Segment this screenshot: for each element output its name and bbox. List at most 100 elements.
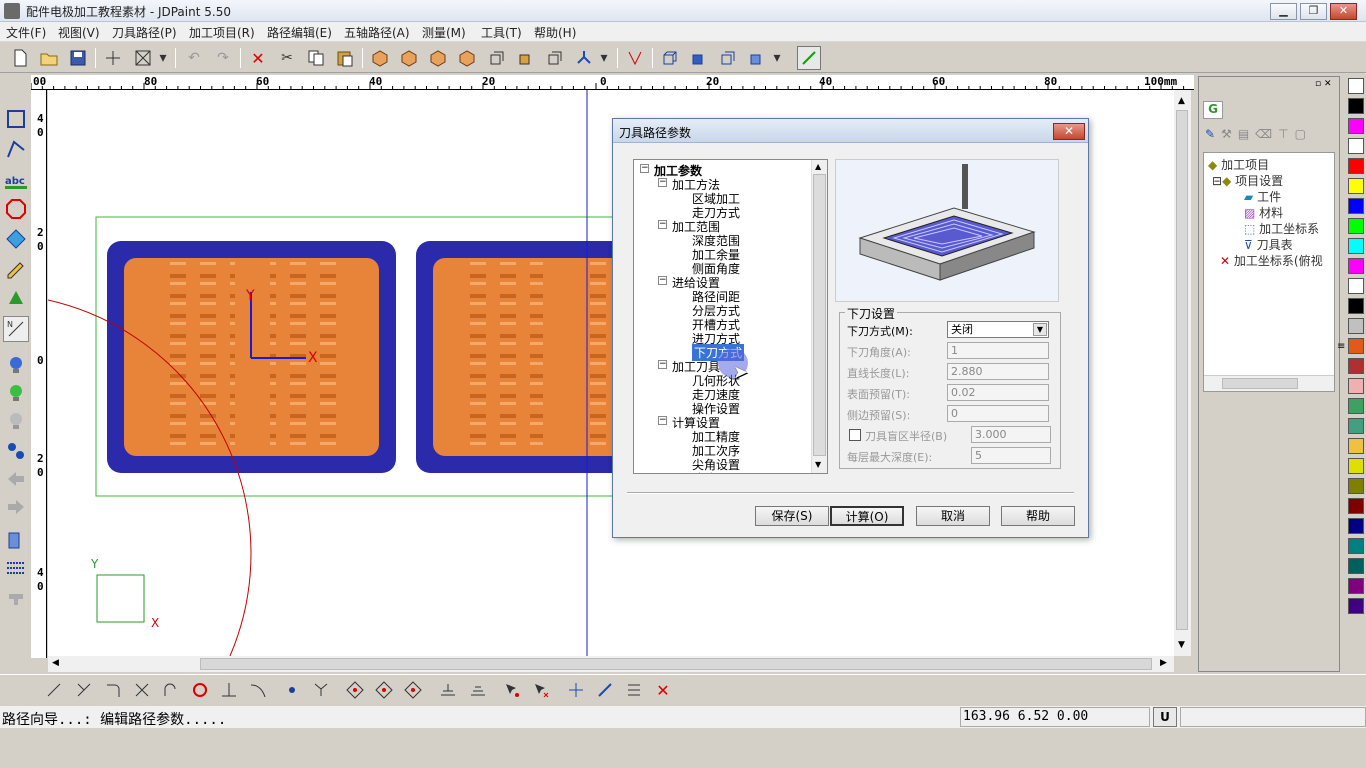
scroll-down-icon[interactable]: ▼	[815, 460, 821, 469]
color-swatch[interactable]	[1348, 238, 1364, 254]
select-nodes-icon[interactable]	[3, 106, 29, 132]
color-swatch[interactable]	[1348, 98, 1364, 114]
tree-item[interactable]: ◆ 加工项目	[1208, 156, 1269, 173]
restore-button[interactable]: ❐	[1300, 3, 1327, 20]
field-value-input[interactable]: 1	[947, 342, 1049, 359]
dialog-title-bar[interactable]: 刀具路径参数 ✕	[613, 119, 1088, 143]
color-swatch[interactable]	[1348, 558, 1364, 574]
delete-red-icon[interactable]: ✕	[651, 678, 675, 702]
expand-icon[interactable]: ⊟	[1212, 174, 1222, 188]
swap-icon[interactable]	[3, 438, 29, 464]
redo-icon[interactable]: ↷	[211, 46, 235, 70]
paste-icon[interactable]	[333, 46, 357, 70]
diamond-tool-icon[interactable]	[3, 226, 29, 252]
color-swatch[interactable]	[1348, 358, 1364, 374]
node-diamond-2-icon[interactable]	[372, 678, 396, 702]
hidden-line-icon[interactable]	[543, 46, 567, 70]
menu-measure[interactable]: 测量(M)	[422, 24, 466, 41]
crosshair-icon[interactable]	[101, 46, 125, 70]
light-bulb-green-icon[interactable]	[3, 380, 29, 406]
pencil-tool-icon[interactable]	[3, 256, 29, 282]
menu-path-edit[interactable]: 路径编辑(E)	[267, 24, 332, 41]
chevron-down-icon[interactable]: ▾	[597, 46, 611, 70]
scroll-right-icon[interactable]: ▶	[1160, 658, 1167, 668]
save-button[interactable]: 保存(S)	[755, 506, 829, 526]
color-swatch[interactable]	[1348, 478, 1364, 494]
tree-expand-icon[interactable]: −	[658, 276, 667, 285]
scroll-up-icon[interactable]: ▲	[815, 162, 821, 171]
move-icon[interactable]	[564, 678, 588, 702]
calculate-button[interactable]: 计算(O)	[830, 506, 904, 526]
scroll-down-icon[interactable]: ▼	[1178, 640, 1185, 650]
chevron-down-icon[interactable]: ▾	[770, 46, 784, 70]
color-swatch[interactable]	[1348, 278, 1364, 294]
trim-tool-icon[interactable]	[72, 678, 96, 702]
circle-tool-icon[interactable]	[188, 678, 212, 702]
undo-icon[interactable]: ↶	[182, 46, 206, 70]
pointer-x-icon[interactable]	[529, 678, 553, 702]
save-icon[interactable]	[66, 46, 90, 70]
color-swatch[interactable]	[1348, 538, 1364, 554]
field-value-input[interactable]: 0	[947, 405, 1049, 422]
tree-item[interactable]: ⬚ 加工坐标系	[1244, 220, 1319, 237]
tree-expand-icon[interactable]: −	[658, 220, 667, 229]
color-swatch[interactable]	[1348, 378, 1364, 394]
tree-tool-icon[interactable]	[3, 286, 29, 312]
new-file-icon[interactable]	[8, 46, 32, 70]
delete-icon[interactable]: ✕	[246, 46, 270, 70]
menu-file[interactable]: 文件(F)	[6, 24, 46, 41]
menu-project[interactable]: 加工项目(R)	[189, 24, 255, 41]
help-button[interactable]: 帮助	[1001, 506, 1075, 526]
field-value-input[interactable]: 2.880	[947, 363, 1049, 380]
cancel-button[interactable]: 取消	[916, 506, 990, 526]
tree-item[interactable]: ⊽ 刀具表	[1244, 236, 1293, 253]
point-tool-icon[interactable]	[280, 678, 304, 702]
cube-view-1-icon[interactable]	[658, 46, 682, 70]
color-swatch[interactable]	[1348, 158, 1364, 174]
color-swatch[interactable]	[1348, 438, 1364, 454]
color-swatch[interactable]	[1348, 78, 1364, 94]
tree-item[interactable]: ▨ 材料	[1244, 204, 1283, 221]
color-swatch[interactable]	[1348, 118, 1364, 134]
tree-scrollbar[interactable]: ▲ ▼	[811, 160, 827, 473]
color-swatch[interactable]	[1348, 258, 1364, 274]
blind-radius-checkbox[interactable]	[849, 429, 861, 441]
axis-icon[interactable]	[572, 46, 596, 70]
view-front-icon[interactable]	[397, 46, 421, 70]
color-swatch[interactable]	[1348, 398, 1364, 414]
tree-node[interactable]: 补偿设置	[692, 470, 740, 473]
menu-tools[interactable]: 工具(T)	[481, 24, 522, 41]
pointer-red-icon[interactable]	[500, 678, 524, 702]
tree-horizontal-scrollbar[interactable]	[1204, 375, 1334, 391]
menu-help[interactable]: 帮助(H)	[534, 24, 576, 41]
arc-tool-icon[interactable]	[159, 678, 183, 702]
layer-stack-icon[interactable]	[466, 678, 490, 702]
edit-list-icon[interactable]	[622, 678, 646, 702]
chevron-down-icon[interactable]: ▼	[1033, 323, 1047, 336]
dialog-close-button[interactable]: ✕	[1053, 123, 1085, 140]
branch-tool-icon[interactable]	[309, 678, 333, 702]
tools-icon[interactable]: ⚒	[1221, 127, 1232, 145]
pen-tool-icon[interactable]: ✎	[1205, 127, 1215, 145]
line-tool-icon[interactable]	[42, 678, 66, 702]
splitter-icon[interactable]: ≡	[1337, 341, 1345, 352]
unit-toggle-button[interactable]: U	[1153, 707, 1177, 727]
plunge-mode-select[interactable]: 关闭 ▼	[947, 321, 1049, 338]
tree-item[interactable]: ✕ 加工坐标系(俯视	[1220, 252, 1323, 269]
measure-tool-icon[interactable]: N	[3, 316, 29, 342]
doc-icon[interactable]: ▢	[1295, 127, 1306, 145]
menu-view[interactable]: 视图(V)	[58, 24, 100, 41]
tree-expand-icon[interactable]: −	[658, 416, 667, 425]
fillet-tool-icon[interactable]	[101, 678, 125, 702]
stamp-icon[interactable]	[3, 584, 29, 610]
path-icon[interactable]	[623, 46, 647, 70]
view-side-icon[interactable]	[426, 46, 450, 70]
cube-view-4-icon[interactable]	[745, 46, 769, 70]
tree-expand-icon[interactable]: −	[658, 360, 667, 369]
perpendicular-tool-icon[interactable]	[217, 678, 241, 702]
snap-icon[interactable]	[797, 46, 821, 70]
light-bulb-blue-icon[interactable]	[3, 352, 29, 378]
color-swatch[interactable]	[1348, 578, 1364, 594]
tree-item[interactable]: ⊟◆ 项目设置	[1212, 172, 1283, 189]
tree-scroll-thumb[interactable]	[1222, 378, 1298, 389]
